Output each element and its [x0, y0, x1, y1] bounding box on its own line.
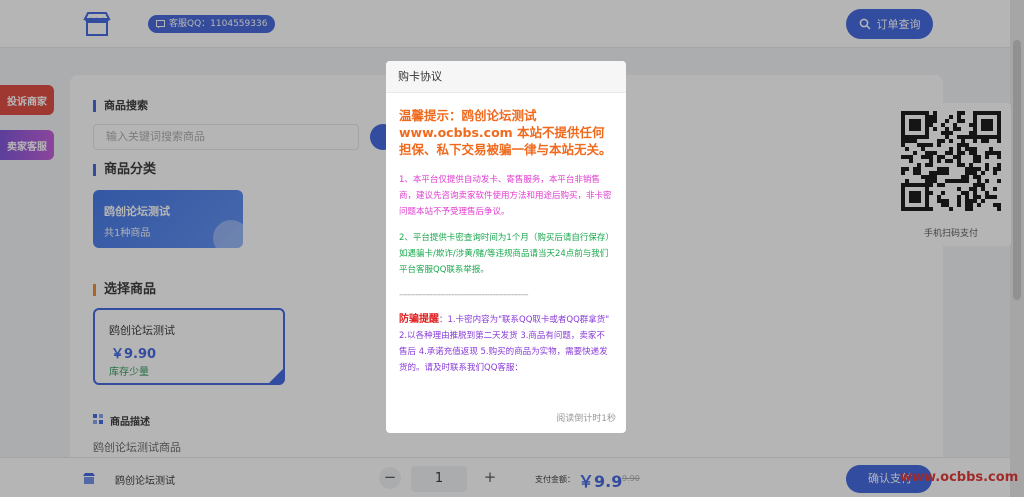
agreement-paragraph-2: 2、平台提供卡密查询时间为1个月（购买后请自行保存）如遇骗卡/欺诈/涉黄/赌/等… [399, 233, 610, 275]
fraud-warning-lead: 防骗提醒 [399, 314, 439, 325]
warning-text: 温馨提示：鸥创论坛测试 www.ocbbs.com 本站不提供任何担保、私下交易… [399, 108, 612, 157]
fraud-warning: 防骗提醒：1.卡密内容为"联系QQ取卡或者QQ群拿货" 2.以各种理由推脱到第二… [399, 312, 613, 376]
divider: ----------------------------------------… [399, 290, 529, 300]
modal-body: 温馨提示：鸥创论坛测试 www.ocbbs.com 本站不提供任何担保、私下交易… [399, 107, 613, 376]
purchase-agreement-modal: 购卡协议 温馨提示：鸥创论坛测试 www.ocbbs.com 本站不提供任何担保… [386, 61, 626, 433]
modal-title: 购卡协议 [386, 61, 626, 93]
agreement-paragraph-1: 1、本平台仅提供自动发卡、寄售服务，本平台非销售商，建议先咨询卖家软件使用方法和… [399, 175, 612, 217]
read-countdown[interactable]: 阅读倒计时1秒 [556, 411, 616, 424]
